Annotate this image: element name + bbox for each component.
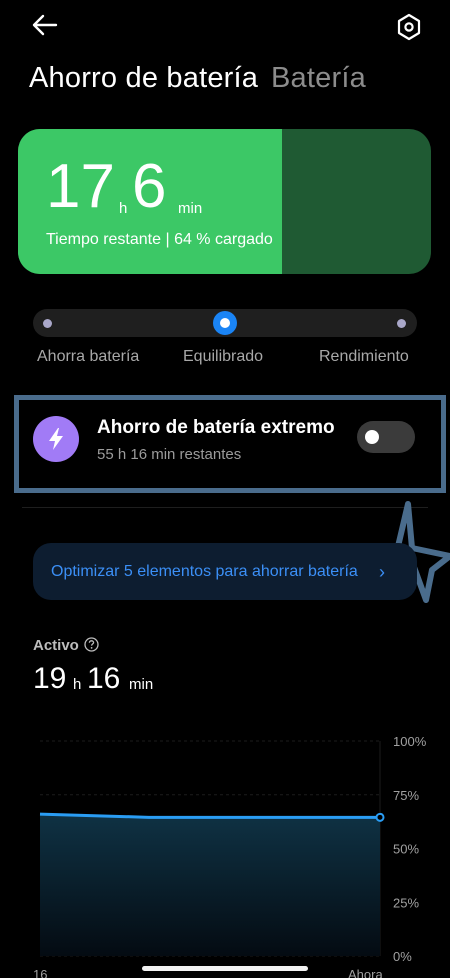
battery-status-card: 17 h 6 min Tiempo restante | 64 % cargad… <box>18 129 431 274</box>
y-tick-label: 0% <box>393 949 412 964</box>
extreme-saver-subtitle: 55 h 16 min restantes <box>97 446 242 463</box>
tab-battery-saver[interactable]: Ahorro de batería <box>29 62 258 95</box>
remaining-hours: 17 <box>46 152 115 221</box>
back-button[interactable] <box>28 10 64 40</box>
arrow-left-icon <box>32 14 58 36</box>
battery-level-chart: 100% 75% 50% 25% 0% 16 Ahora <box>33 734 427 978</box>
settings-button[interactable] <box>392 10 426 44</box>
mode-dot-saver[interactable] <box>43 319 52 328</box>
y-tick-label: 75% <box>393 788 419 803</box>
active-hours-unit: h <box>73 676 82 693</box>
battery-info-text: Tiempo restante | 64 % cargado <box>46 231 273 248</box>
active-minutes: 16 <box>87 662 121 695</box>
extreme-saver-title: Ahorro de batería extremo <box>97 417 335 438</box>
optimize-text: Optimizar 5 elementos para ahorrar bater… <box>51 563 358 580</box>
mode-knob-balanced[interactable] <box>213 311 237 335</box>
y-tick-label: 100% <box>393 734 427 749</box>
question-circle-icon[interactable] <box>84 637 99 652</box>
minutes-unit: min <box>178 200 203 217</box>
y-tick-label: 25% <box>393 895 419 910</box>
power-mode-slider[interactable] <box>33 309 417 337</box>
active-minutes-unit: min <box>129 676 154 693</box>
mode-dot-performance[interactable] <box>397 319 406 328</box>
home-indicator[interactable] <box>142 966 308 971</box>
chart-end-point <box>375 812 385 822</box>
active-hours: 19 <box>33 662 67 695</box>
active-label: Activo <box>33 637 79 654</box>
gear-icon <box>397 13 421 41</box>
remaining-minutes: 6 <box>132 152 167 221</box>
extreme-saver-toggle[interactable] <box>357 421 415 453</box>
toggle-knob <box>365 430 379 444</box>
mode-label-balanced[interactable]: Equilibrado <box>183 348 263 366</box>
x-tick-label: 16 <box>33 967 47 978</box>
hours-unit: h <box>119 200 128 217</box>
mode-knob-center <box>220 318 230 328</box>
extreme-saver-icon-circle <box>33 416 79 462</box>
optimize-banner[interactable]: Optimizar 5 elementos para ahorrar bater… <box>33 543 417 600</box>
chart-series-line <box>39 812 380 819</box>
mode-label-saver[interactable]: Ahorra batería <box>37 348 139 366</box>
x-tick-label: Ahora <box>348 967 383 978</box>
y-tick-label: 50% <box>393 842 419 857</box>
chart-area-fill <box>40 814 380 956</box>
section-divider <box>22 507 428 508</box>
chevron-right-icon: › <box>379 562 385 582</box>
mode-label-performance[interactable]: Rendimiento <box>319 348 409 366</box>
lightning-bolt-icon <box>49 428 63 450</box>
tab-battery[interactable]: Batería <box>271 62 366 95</box>
